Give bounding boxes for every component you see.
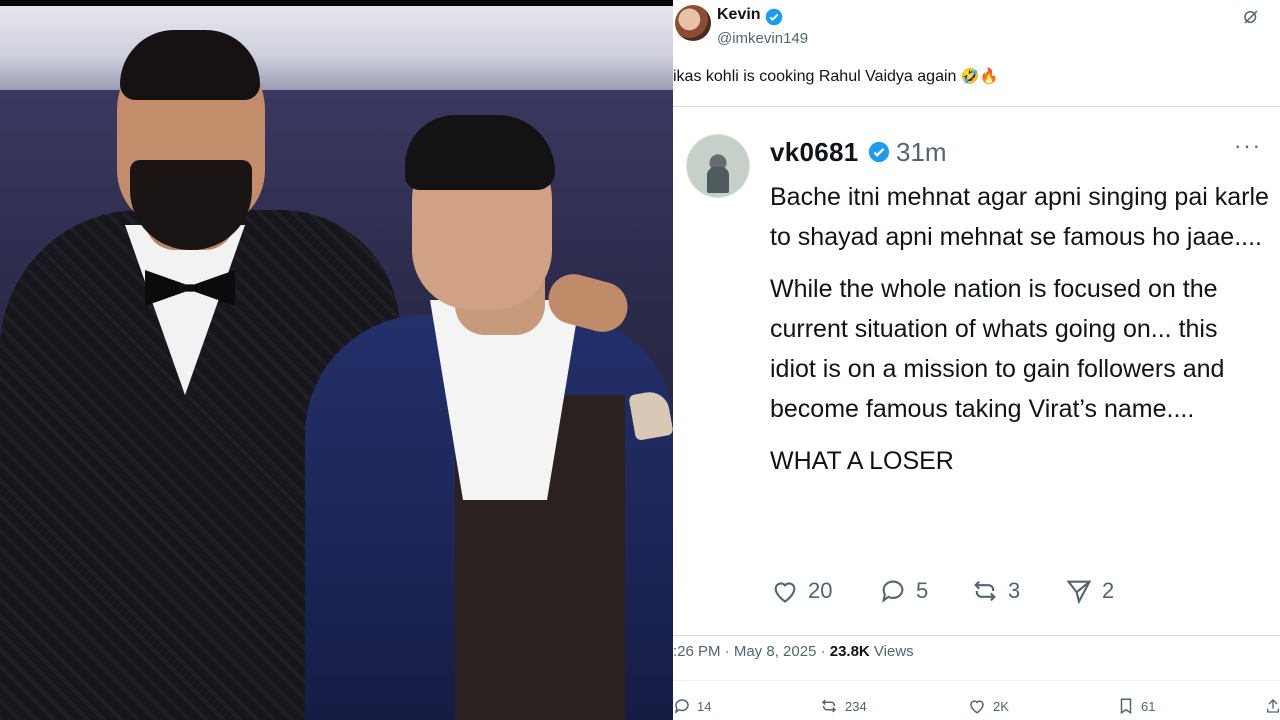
like-count: 2K: [993, 698, 1009, 714]
share-icon: [1267, 699, 1279, 713]
tweet-emoji: 🤣🔥: [960, 67, 999, 85]
repost-icon: [974, 580, 996, 602]
quoted-paragraph: Bache itni mehnat agar apni singing pai …: [770, 183, 1269, 251]
quoted-tweet[interactable]: vk0681 31m ··· Bache itni mehnat agar ap…: [673, 106, 1280, 636]
share-button[interactable]: 2: [1064, 577, 1114, 605]
author-handle[interactable]: @imkevin149: [717, 30, 808, 47]
quoted-timestamp[interactable]: 31m: [896, 137, 947, 168]
reply-count: 14: [697, 698, 712, 714]
photo-panel: [0, 0, 673, 720]
share-button[interactable]: [1265, 697, 1280, 715]
quoted-paragraph: While the whole nation is focused on the…: [770, 275, 1225, 423]
reply-button[interactable]: 5: [878, 577, 928, 605]
repost-icon: [821, 699, 837, 713]
person-right-hair: [405, 115, 555, 190]
send-icon: [1066, 580, 1092, 605]
author-name[interactable]: Kevin: [717, 6, 761, 24]
reply-count: 5: [916, 578, 929, 603]
quoted-paragraph: WHAT A LOSER: [770, 447, 954, 475]
quoted-actions: 20 5 3 2: [770, 577, 1250, 613]
views-count: 23.8K: [829, 643, 870, 660]
quoted-body: Bache itni mehnat agar apni singing pai …: [770, 177, 1270, 493]
author-avatar[interactable]: [675, 5, 711, 41]
views-label: Views: [869, 643, 914, 660]
repost-count: 234: [845, 698, 867, 714]
heart-icon: [970, 700, 984, 714]
share-count: 2: [1102, 578, 1115, 603]
bookmark-icon: [1120, 698, 1132, 715]
person-left-hair: [120, 30, 260, 100]
tweet-text: ikas kohli is cooking Rahul Vaidya again…: [673, 67, 998, 86]
tweet-panel: Kevin @imkevin149 ikas kohli is cooking …: [673, 0, 1280, 720]
like-button[interactable]: 20: [770, 577, 832, 605]
more-options-icon[interactable]: ···: [1234, 133, 1262, 159]
repost-count: 3: [1008, 578, 1021, 603]
repost-button[interactable]: 3: [970, 577, 1020, 605]
photo-backdrop: [0, 6, 673, 90]
bookmark-count: 61: [1141, 698, 1156, 714]
tweet-actions: 14 234 2K 61: [673, 697, 1280, 720]
quoted-author-name[interactable]: vk0681: [770, 137, 859, 168]
tweet-text-content: ikas kohli is cooking Rahul Vaidya again: [673, 68, 957, 85]
divider: [673, 680, 1280, 681]
reply-icon: [674, 699, 689, 714]
reply-button[interactable]: 14: [673, 697, 711, 715]
bookmark-button[interactable]: 61: [1117, 697, 1155, 715]
tweet-timestamp[interactable]: :26 PM · May 8, 2025 ·: [673, 643, 830, 660]
repost-button[interactable]: 234: [819, 697, 867, 715]
like-button[interactable]: 2K: [967, 697, 1009, 715]
tweet-meta: :26 PM · May 8, 2025 · 23.8K Views: [673, 643, 914, 660]
like-count: 20: [808, 578, 833, 603]
quoted-verified-badge-icon: [868, 141, 890, 168]
tweet-header: Kevin @imkevin149: [673, 0, 1280, 60]
grok-icon[interactable]: [1242, 8, 1260, 31]
verified-badge-icon: [765, 8, 783, 31]
quoted-author-avatar[interactable]: [686, 134, 750, 198]
heart-icon: [774, 582, 796, 603]
reply-icon: [882, 580, 904, 603]
